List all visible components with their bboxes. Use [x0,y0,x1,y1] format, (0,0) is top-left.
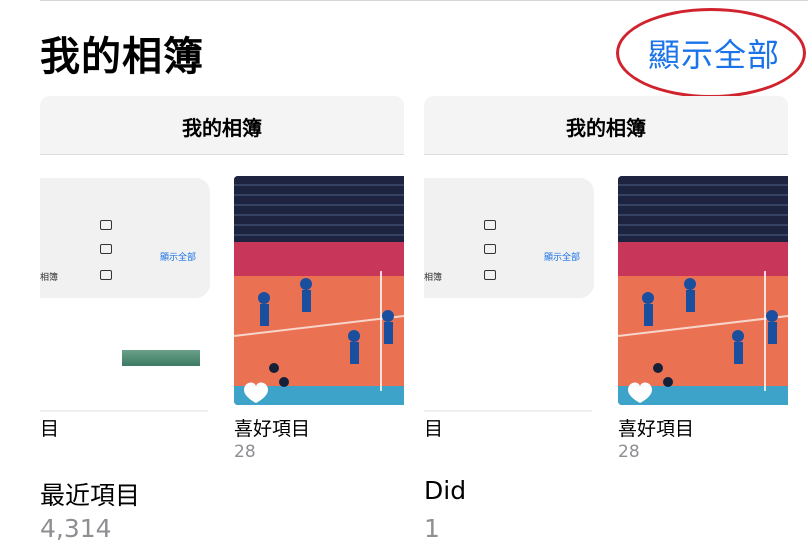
album-name: Did [424,476,467,505]
mock-see-all: 顯示全部 [544,253,581,263]
section-title: 我的相簿 [40,34,204,80]
recents-left-label: 目 [40,418,60,440]
folder-icon [484,244,496,254]
album-preview-header: 我的相簿 [424,96,788,155]
album-preview-header-title: 我的相簿 [566,116,646,140]
favorites-thumbnail[interactable] [618,176,788,405]
favorites-count: 28 [618,442,640,462]
album-card-recents[interactable]: 我的相簿 顯示全部 相簿 照片 [40,96,404,412]
mock-see-all: 顯示全部 [160,253,197,263]
favorites-count: 28 [234,442,256,462]
copy-icon [100,220,112,230]
copy-icon [100,270,112,280]
album-count: 1 [424,514,440,543]
did-left-label: 目 [424,418,444,440]
mock-row-label: 相簿 [424,273,443,283]
copy-icon [484,220,496,230]
album-preview-mockup: 顯示全部 相簿 照片 [424,178,594,412]
copy-icon [484,270,496,280]
favorites-label: 喜好項目 [234,418,311,440]
album-card-did[interactable]: 我的相簿 顯示全部 相簿 照片 [424,96,788,412]
album-preview-header-title: 我的相簿 [182,116,262,140]
folder-icon [100,244,112,254]
album-preview-mockup: 顯示全部 相簿 照片 [40,178,210,412]
annotation-circle [616,8,806,98]
album-count: 4,314 [40,514,112,543]
top-divider [40,0,808,1]
album-name: 最近項目 [40,481,141,510]
mock-row-label: 相簿 [40,273,59,283]
album-preview-header: 我的相簿 [40,96,404,155]
favorites-thumbnail[interactable] [234,176,404,405]
favorites-label: 喜好項目 [618,418,695,440]
